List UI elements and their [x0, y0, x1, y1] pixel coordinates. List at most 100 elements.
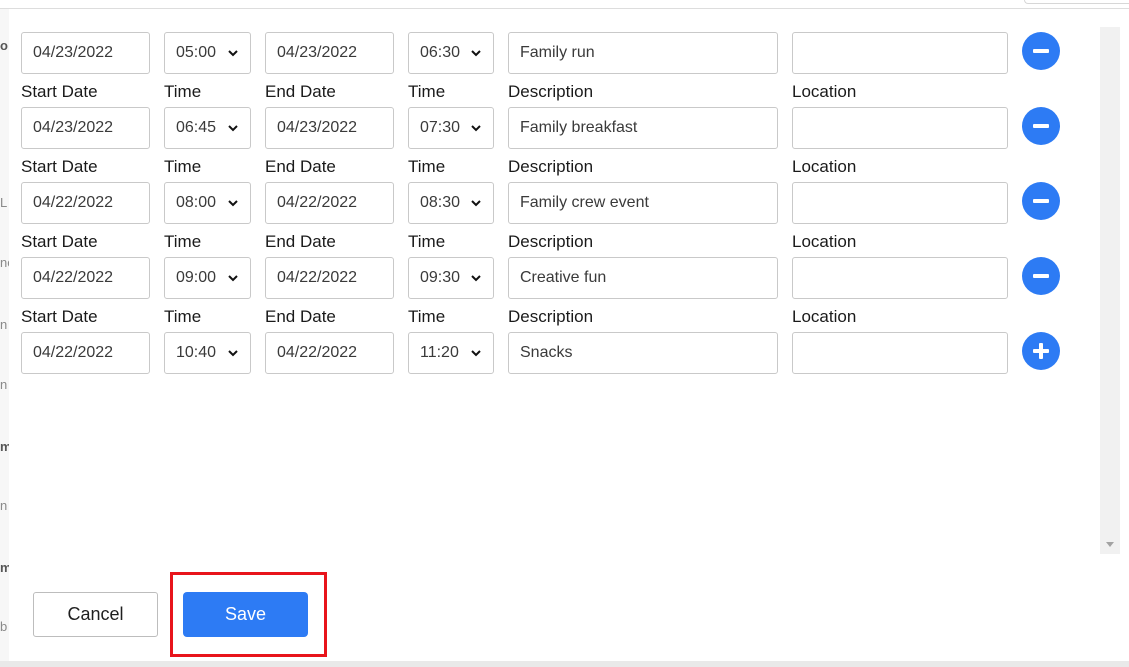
field-labels: Start Date Time End Date Time Descriptio… — [9, 306, 1100, 328]
minus-icon — [1033, 124, 1049, 128]
start-time-value: 05:00 — [176, 44, 217, 61]
event-row: Start Date Time End Date Time Descriptio… — [9, 306, 1100, 381]
scroll-down-arrow-icon[interactable] — [1106, 542, 1114, 547]
end-date-label: End Date — [265, 82, 336, 101]
event-row: Start Date Time End Date Time Descriptio… — [9, 81, 1100, 156]
start-time-value: 09:00 — [176, 269, 217, 286]
end-time-value: 09:30 — [420, 269, 461, 286]
start-date-input[interactable]: 04/23/2022 — [21, 32, 150, 74]
minus-icon — [1033, 199, 1049, 203]
end-time-value: 07:30 — [420, 119, 461, 136]
end-date-input[interactable]: 04/22/2022 — [265, 257, 394, 299]
add-event-button[interactable] — [1022, 332, 1060, 370]
start-time-select[interactable]: 10:40 — [164, 332, 251, 374]
chevron-down-icon — [228, 200, 238, 207]
save-button-highlight — [170, 572, 327, 657]
background-fragment: o — [0, 38, 8, 53]
description-input[interactable]: Family breakfast — [508, 107, 778, 149]
start-date-input[interactable]: 04/22/2022 — [21, 332, 150, 374]
chevron-down-icon — [471, 125, 481, 132]
description-input[interactable]: Family crew event — [508, 182, 778, 224]
event-row: Start Date Time End Date Time Descriptio… — [9, 156, 1100, 231]
start-time-value: 06:45 — [176, 119, 217, 136]
cancel-button[interactable]: Cancel — [33, 592, 158, 637]
remove-event-button[interactable] — [1022, 32, 1060, 70]
description-input[interactable]: Creative fun — [508, 257, 778, 299]
description-input[interactable]: Snacks — [508, 332, 778, 374]
location-input[interactable] — [792, 257, 1008, 299]
end-time-select[interactable]: 09:30 — [408, 257, 494, 299]
end-time-label: Time — [408, 82, 446, 101]
description-input[interactable]: Family run — [508, 32, 778, 74]
end-time-select[interactable]: 07:30 — [408, 107, 494, 149]
remove-event-button[interactable] — [1022, 107, 1060, 145]
chevron-down-icon — [471, 50, 481, 57]
end-time-select[interactable]: 08:30 — [408, 182, 494, 224]
end-date-label: End Date — [265, 232, 336, 251]
background-fragment: b — [0, 619, 8, 634]
start-date-input[interactable]: 04/22/2022 — [21, 182, 150, 224]
start-date-label: Start Date — [21, 232, 98, 251]
start-date-label: Start Date — [21, 307, 98, 326]
location-label: Location — [792, 157, 857, 176]
remove-event-button[interactable] — [1022, 257, 1060, 295]
top-bar — [0, 0, 1129, 9]
remove-event-button[interactable] — [1022, 182, 1060, 220]
end-time-label: Time — [408, 307, 446, 326]
minus-icon — [1033, 274, 1049, 278]
events-list: 04/23/2022 05:00 04/23/2022 06:30 Family… — [9, 9, 1100, 553]
end-time-select[interactable]: 11:20 — [408, 332, 494, 374]
location-label: Location — [792, 232, 857, 251]
background-fragment: n — [0, 498, 8, 513]
end-date-label: End Date — [265, 157, 336, 176]
location-input[interactable] — [792, 107, 1008, 149]
end-time-select[interactable]: 06:30 — [408, 32, 494, 74]
top-bar-edge — [1024, 0, 1129, 4]
start-time-select[interactable]: 08:00 — [164, 182, 251, 224]
end-date-input[interactable]: 04/22/2022 — [265, 182, 394, 224]
start-time-label: Time — [164, 157, 202, 176]
chevron-down-icon — [228, 275, 238, 282]
field-labels: Start Date Time End Date Time Descriptio… — [9, 156, 1100, 178]
start-date-input[interactable]: 04/23/2022 — [21, 107, 150, 149]
field-labels: Start Date Time End Date Time Descriptio… — [9, 81, 1100, 103]
start-date-label: Start Date — [21, 82, 98, 101]
event-row: 04/23/2022 05:00 04/23/2022 06:30 Family… — [9, 9, 1100, 84]
description-label: Description — [508, 82, 594, 101]
start-date-label: Start Date — [21, 157, 98, 176]
start-time-label: Time — [164, 232, 202, 251]
start-time-value: 10:40 — [176, 344, 217, 361]
minus-icon — [1033, 49, 1049, 53]
field-labels: Start Date Time End Date Time Descriptio… — [9, 231, 1100, 253]
start-time-select[interactable]: 09:00 — [164, 257, 251, 299]
location-label: Location — [792, 307, 857, 326]
chevron-down-icon — [228, 125, 238, 132]
description-label: Description — [508, 232, 594, 251]
chevron-down-icon — [471, 350, 481, 357]
description-label: Description — [508, 157, 594, 176]
end-date-input[interactable]: 04/22/2022 — [265, 332, 394, 374]
location-label: Location — [792, 82, 857, 101]
chevron-down-icon — [471, 275, 481, 282]
chevron-down-icon — [228, 350, 238, 357]
background-fragment: L — [0, 195, 8, 210]
edit-events-dialog: 04/23/2022 05:00 04/23/2022 06:30 Family… — [9, 9, 1129, 661]
end-date-input[interactable]: 04/23/2022 — [265, 107, 394, 149]
location-input[interactable] — [792, 332, 1008, 374]
start-time-value: 08:00 — [176, 194, 217, 211]
end-date-input[interactable]: 04/23/2022 — [265, 32, 394, 74]
end-date-label: End Date — [265, 307, 336, 326]
end-time-label: Time — [408, 157, 446, 176]
end-time-value: 06:30 — [420, 44, 461, 61]
location-input[interactable] — [792, 182, 1008, 224]
chevron-down-icon — [471, 200, 481, 207]
start-time-label: Time — [164, 82, 202, 101]
start-date-input[interactable]: 04/22/2022 — [21, 257, 150, 299]
start-time-select[interactable]: 05:00 — [164, 32, 251, 74]
end-time-value: 08:30 — [420, 194, 461, 211]
start-time-select[interactable]: 06:45 — [164, 107, 251, 149]
location-input[interactable] — [792, 32, 1008, 74]
vertical-scrollbar[interactable] — [1100, 27, 1120, 554]
event-row: Start Date Time End Date Time Descriptio… — [9, 231, 1100, 306]
background-fragment: n — [0, 377, 8, 392]
